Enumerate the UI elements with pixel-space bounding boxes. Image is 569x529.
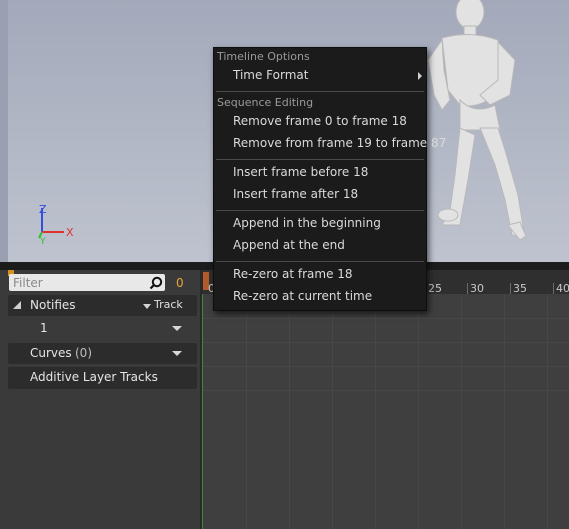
notifies-label: Notifies	[30, 298, 76, 312]
frame-count: 0	[176, 276, 184, 290]
menu-item-append-beginning[interactable]: Append in the beginning	[215, 214, 425, 234]
tick-line	[467, 283, 468, 294]
menu-separator	[216, 261, 424, 262]
timeline-graph[interactable]	[203, 294, 569, 529]
track-button-label: Track	[154, 298, 183, 311]
additive-layer-row[interactable]: Additive Layer Tracks	[8, 367, 197, 389]
menu-item-rezero-current[interactable]: Re-zero at current time	[215, 287, 425, 307]
curves-row[interactable]: Curves (0)	[8, 343, 197, 364]
menu-item-label: Insert frame before 18	[233, 165, 369, 179]
tick-line	[553, 283, 554, 294]
menu-item-label: Re-zero at frame 18	[233, 267, 353, 281]
menu-section-timeline-options: Timeline Options	[217, 50, 310, 63]
grid-line	[375, 294, 376, 529]
filter-input[interactable]	[13, 274, 143, 291]
mannequin-character	[427, 0, 527, 241]
grid-line	[203, 318, 569, 319]
additive-label: Additive Layer Tracks	[30, 370, 158, 384]
chevron-down-icon	[143, 304, 151, 309]
filter-search-box[interactable]	[9, 274, 165, 291]
menu-item-label: Time Format	[233, 68, 309, 82]
track-index: 1	[40, 321, 48, 335]
grid-line	[203, 366, 569, 367]
axis-z-label: Z	[39, 203, 47, 216]
timeline-context-menu: Timeline Options Time Format Sequence Ed…	[213, 47, 446, 311]
grid-line	[332, 294, 333, 529]
grid-line	[203, 342, 569, 343]
tick-line	[510, 283, 511, 294]
notify-track-row[interactable]: 1	[8, 318, 197, 339]
menu-item-time-format[interactable]: Time Format	[215, 66, 425, 86]
grid-line	[547, 294, 548, 529]
menu-item-insert-after[interactable]: Insert frame after 18	[215, 185, 425, 205]
grid-line	[289, 294, 290, 529]
menu-item-remove-0-18[interactable]: Remove frame 0 to frame 18	[215, 112, 425, 132]
menu-item-append-end[interactable]: Append at the end	[215, 236, 425, 256]
grid-line	[246, 294, 247, 529]
search-icon[interactable]	[149, 276, 163, 290]
curves-dropdown-icon[interactable]	[172, 351, 182, 356]
menu-item-insert-before[interactable]: Insert frame before 18	[215, 163, 425, 183]
grid-line	[203, 390, 569, 391]
scrub-position-line	[202, 294, 203, 529]
menu-item-remove-19-87[interactable]: Remove from frame 19 to frame 87	[215, 134, 446, 154]
menu-item-label: Append in the beginning	[233, 216, 381, 230]
menu-item-label: Remove frame 0 to frame 18	[233, 114, 407, 128]
menu-separator	[216, 159, 424, 160]
menu-item-label: Re-zero at current time	[233, 289, 373, 303]
grid-line	[418, 294, 419, 529]
axis-x-label: X	[66, 226, 74, 239]
menu-item-label: Remove from frame 19 to frame 87	[233, 136, 447, 150]
menu-section-sequence-editing: Sequence Editing	[217, 96, 314, 109]
grid-line	[461, 294, 462, 529]
menu-item-rezero-frame[interactable]: Re-zero at frame 18	[215, 265, 425, 285]
menu-item-label: Append at the end	[233, 238, 345, 252]
viewport-edge	[0, 0, 8, 262]
menu-separator	[216, 91, 424, 92]
menu-separator	[216, 210, 424, 211]
axis-gizmo: Z X Y	[38, 203, 74, 247]
track-dropdown-icon[interactable]	[172, 326, 182, 331]
grid-line	[504, 294, 505, 529]
curves-count: (0)	[75, 346, 92, 360]
submenu-arrow-icon	[418, 72, 422, 80]
expand-triangle-icon[interactable]	[13, 301, 22, 310]
menu-item-label: Insert frame after 18	[233, 187, 359, 201]
notifies-row[interactable]: Notifies Track	[8, 295, 197, 316]
curves-label: Curves	[30, 346, 72, 360]
axis-y-label: Y	[39, 237, 46, 247]
